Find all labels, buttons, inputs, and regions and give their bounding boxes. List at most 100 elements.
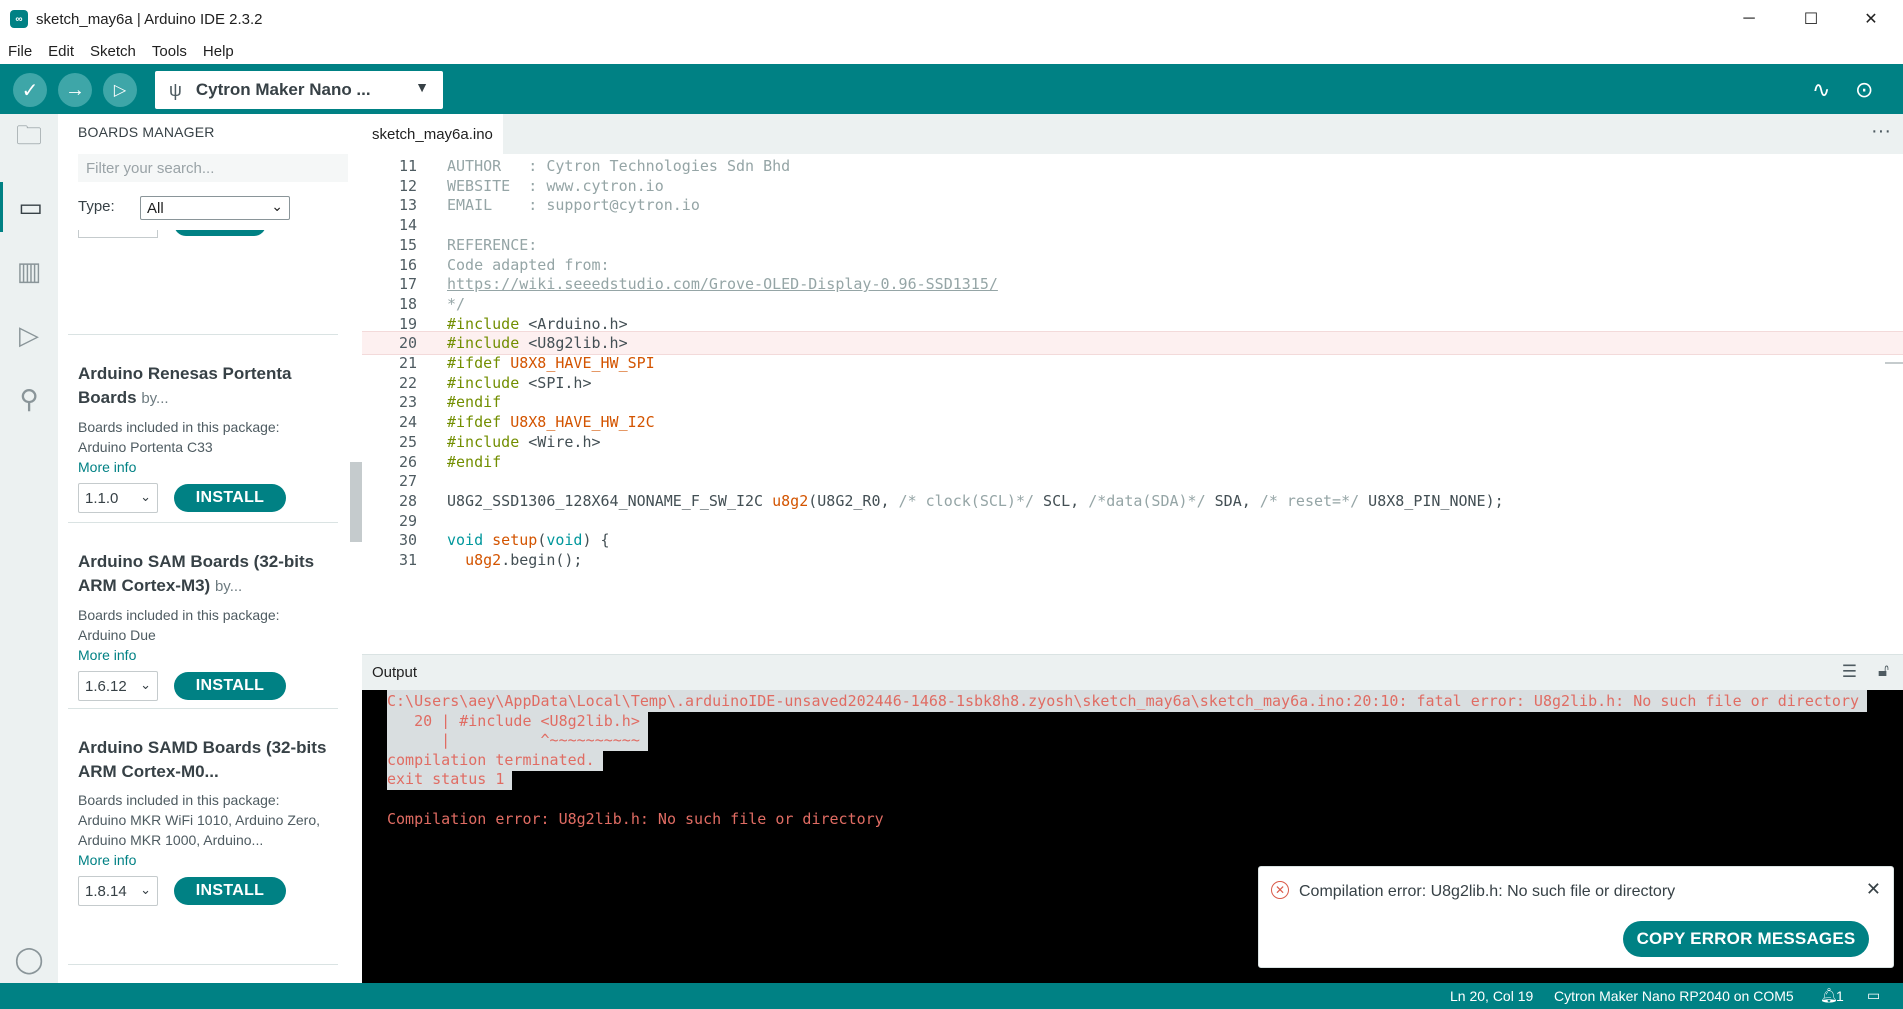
- code-token: */: [447, 294, 466, 313]
- upload-button[interactable]: →: [58, 73, 92, 107]
- chevron-down-icon: ▼: [415, 79, 429, 95]
- line-number: 14: [398, 216, 417, 235]
- version-select[interactable]: [78, 230, 158, 238]
- menu-file[interactable]: File: [0, 43, 40, 60]
- serial-monitor-button[interactable]: ⊙: [1855, 77, 1873, 103]
- line-number: 23: [398, 393, 417, 412]
- menu-help[interactable]: Help: [195, 43, 242, 60]
- code-token: #include: [447, 373, 520, 392]
- debug-button[interactable]: ▷: [103, 73, 137, 107]
- lock-icon[interactable]: 🔓︎: [1878, 661, 1889, 681]
- verify-button[interactable]: ✓: [13, 73, 47, 107]
- line-number: 18: [398, 294, 417, 313]
- line-number: 12: [398, 176, 417, 195]
- cursor-position[interactable]: Ln 20, Col 19: [1450, 988, 1533, 1004]
- code-token: #include: [447, 314, 520, 333]
- board-item-included-label: Boards included in this package:: [78, 792, 280, 808]
- code-token: <Arduino.h>: [519, 314, 628, 333]
- type-select[interactable]: All ⌄: [140, 196, 290, 220]
- boards-manager-title: BOARDS MANAGER: [78, 124, 215, 140]
- chevron-down-icon: ⌄: [140, 882, 151, 897]
- menu-edit[interactable]: Edit: [40, 43, 82, 60]
- code-token: /* clock(SCL)*/: [898, 491, 1035, 510]
- board-status[interactable]: Cytron Maker Nano RP2040 on COM5: [1554, 988, 1794, 1004]
- boards-manager-panel: BOARDS MANAGER Type: All ⌄ Arduino Renes…: [58, 114, 360, 983]
- more-options-icon[interactable]: ···: [1871, 120, 1891, 143]
- board-selector[interactable]: ψ Cytron Maker Nano ... ▼: [155, 71, 443, 109]
- code-line[interactable]: 31 u8g2.begin();: [362, 548, 1903, 572]
- boards-scrollbar[interactable]: [350, 462, 362, 542]
- line-number: 24: [398, 413, 417, 432]
- close-window-button[interactable]: ✕: [1842, 0, 1900, 38]
- code-editor[interactable]: 11 AUTHOR : Cytron Technologies Sdn Bhd 12…: [362, 154, 1903, 654]
- board-item: Arduino Renesas Portenta Boards by... Bo…: [78, 362, 340, 515]
- title-bar: ∞ sketch_may6a | Arduino IDE 2.3.2 ─ ☐ ✕: [0, 0, 1903, 38]
- arrow-right-icon: →: [65, 78, 85, 101]
- line-number: 11: [398, 157, 417, 175]
- library-icon[interactable]: ▥: [0, 246, 58, 296]
- toggle-panel-icon[interactable]: ▭: [1867, 987, 1880, 1004]
- debug-icon[interactable]: ▷: [0, 310, 58, 360]
- code-token: <Wire.h>: [519, 432, 601, 451]
- notification-message: Compilation error: U8g2lib.h: No such fi…: [1299, 883, 1676, 900]
- line-number: 19: [398, 314, 417, 333]
- code-text: #include <Arduino.h>: [447, 315, 628, 333]
- board-item-included-label: Boards included in this package:: [78, 419, 280, 435]
- board-item-included: Arduino Due: [78, 627, 156, 643]
- board-item-included: Arduino MKR WiFi 1010, Arduino Zero, Ard…: [78, 812, 320, 848]
- output-line: exit status 1: [387, 768, 513, 791]
- maximize-button[interactable]: ☐: [1782, 0, 1840, 38]
- boards-search-input[interactable]: [78, 154, 348, 182]
- close-icon[interactable]: ✕: [1866, 879, 1881, 900]
- tab-sketch[interactable]: sketch_may6a.ino: [362, 114, 503, 154]
- version-select[interactable]: 1.1.0 ⌄: [78, 483, 158, 513]
- menu-sketch[interactable]: Sketch: [82, 43, 144, 60]
- code-token: .begin();: [501, 551, 583, 569]
- install-button[interactable]: INSTALL: [174, 877, 286, 905]
- menu-tools[interactable]: Tools: [144, 43, 195, 60]
- line-number: 15: [398, 235, 417, 254]
- code-token: U8X8_HAVE_HW_SPI: [510, 354, 655, 372]
- code-token: #ifdef: [447, 354, 502, 372]
- serial-plotter-icon: ∿: [1812, 77, 1831, 102]
- menu-bar: File Edit Sketch Tools Help: [0, 38, 1903, 64]
- minimize-button[interactable]: ─: [1720, 0, 1778, 38]
- search-icon[interactable]: ⚲: [0, 374, 58, 424]
- install-button[interactable]: INSTALL: [174, 484, 286, 512]
- code-token: /*data(SDA)*/: [1088, 491, 1206, 510]
- line-number: 13: [398, 196, 417, 215]
- clear-output-icon[interactable]: ☰: [1842, 662, 1857, 682]
- install-button[interactable]: [174, 230, 266, 236]
- divider: [68, 522, 338, 523]
- boards-list[interactable]: Arduino Renesas Portenta Boards by... Bo…: [58, 230, 360, 983]
- code-token: #include: [447, 432, 520, 451]
- version-select[interactable]: 1.6.12 ⌄: [78, 671, 158, 701]
- copy-error-messages-button[interactable]: COPY ERROR MESSAGES: [1623, 921, 1869, 957]
- code-token: #ifdef: [447, 413, 502, 432]
- board-item-included: Arduino Portenta C33: [78, 439, 213, 455]
- code-text: #include <SPI.h>: [447, 374, 592, 392]
- code-text: WEBSITE : www.cytron.io: [447, 177, 664, 195]
- code-token: #endif: [447, 393, 502, 412]
- line-number: 21: [398, 354, 417, 372]
- notification-count[interactable]: 1: [1836, 988, 1844, 1004]
- debug-icon: ▷: [113, 82, 127, 99]
- folder-icon[interactable]: 🗀: [0, 114, 58, 164]
- code-text: #ifdef U8X8_HAVE_HW_I2C: [447, 413, 655, 431]
- version-select[interactable]: 1.8.14 ⌄: [78, 876, 158, 906]
- code-token: (: [537, 531, 547, 550]
- more-info-link[interactable]: More info: [78, 850, 340, 870]
- profile-icon[interactable]: ◯: [0, 934, 58, 984]
- serial-plotter-button[interactable]: ∿: [1812, 77, 1830, 103]
- line-number: 28: [398, 491, 417, 510]
- install-button[interactable]: INSTALL: [174, 672, 286, 700]
- more-info-link[interactable]: More info: [78, 457, 340, 477]
- activity-bar: 🗀 ▭ ▥ ▷ ⚲ ◯: [0, 114, 58, 983]
- code-text: #endif: [447, 393, 501, 411]
- more-info-link[interactable]: More info: [78, 645, 340, 665]
- code-token: #endif: [447, 452, 502, 471]
- board-item-included-label: Boards included in this package:: [78, 607, 280, 623]
- code-text: #endif: [447, 453, 501, 471]
- code-text: U8G2_SSD1306_128X64_NONAME_F_SW_I2C u8g2…: [447, 492, 1504, 510]
- board-icon[interactable]: ▭: [0, 182, 58, 232]
